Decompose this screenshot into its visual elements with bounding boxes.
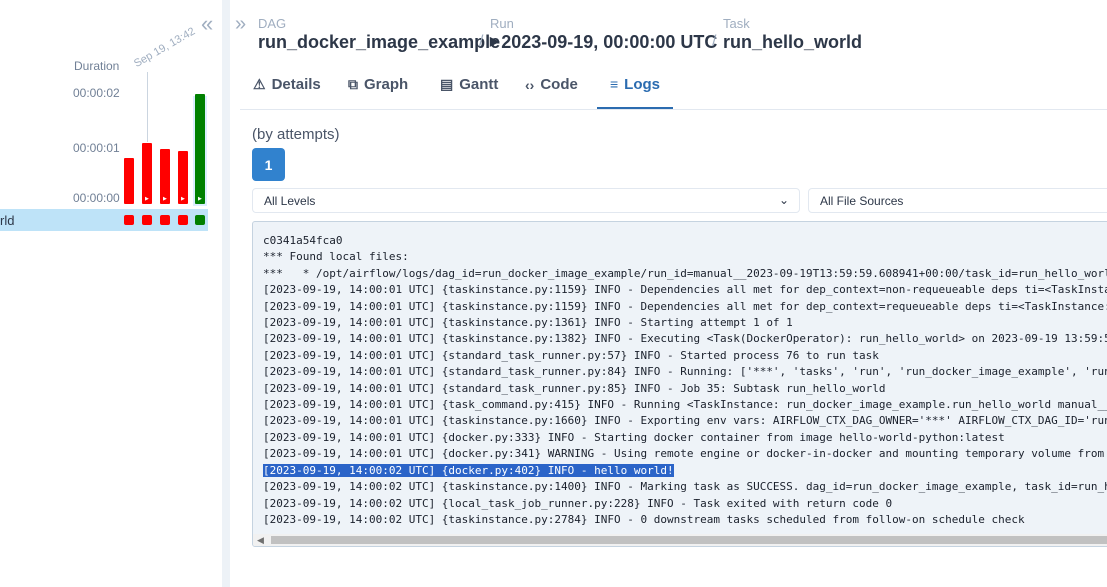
task-label: Task [723, 16, 750, 31]
log-line: [2023-09-19, 14:00:01 UTC] {taskinstance… [263, 299, 1107, 313]
breadcrumb-dag[interactable]: DAG run_docker_image_example [258, 17, 500, 53]
tab-label: Details [271, 76, 321, 93]
collapse-grid-icon[interactable]: « [201, 13, 213, 35]
breadcrumb-run[interactable]: Run ▶ 2023-09-19, 00:00:00 UTC [490, 17, 717, 55]
tab-label: Graph [364, 76, 409, 93]
task-row-label[interactable]: rld [0, 213, 14, 228]
task-status-square[interactable] [195, 215, 205, 225]
duration-axis-label: Duration [74, 59, 120, 73]
manual-run-icon: ▶ [145, 196, 149, 202]
log-line: [2023-09-19, 14:00:01 UTC] {taskinstance… [263, 316, 793, 330]
duration-bar[interactable]: ▶ [160, 149, 170, 204]
list-icon: ≡ [610, 76, 619, 92]
tab-label: Code [540, 76, 578, 93]
dag-label: DAG [258, 16, 287, 31]
chevron-down-icon: ⌄ [778, 193, 789, 207]
log-line: [2023-09-19, 14:00:01 UTC] {task_command… [263, 398, 1107, 412]
task-status-square[interactable] [178, 215, 188, 225]
log-line: *** * /opt/airflow/logs/dag_id=run_docke… [263, 266, 1107, 280]
log-line: [2023-09-19, 14:00:01 UTC] {docker.py:33… [263, 430, 1005, 444]
tab-graph[interactable]: ⧉ Graph [348, 61, 408, 108]
warning-triangle-icon: ⚠ [253, 76, 266, 92]
grid-panel: « Duration 00:00:02 00:00:01 00:00:00 Se… [0, 0, 222, 587]
selected-task-row[interactable] [0, 209, 208, 231]
log-line: [2023-09-19, 14:00:01 UTC] {taskinstance… [263, 414, 1107, 428]
dag-id[interactable]: run_docker_image_example [258, 31, 500, 53]
tab-label: Gantt [459, 76, 499, 93]
log-line: [2023-09-19, 14:00:02 UTC] {docker.py:40… [263, 463, 674, 477]
task-tabs: ⚠ Details ⧉ Graph ▤ Gantt ‹› Code ≡ Logs [240, 61, 1107, 110]
code-icon: ‹› [525, 76, 535, 93]
duration-bar[interactable]: ▶ [178, 151, 188, 204]
log-lines: c0341a54fca0 *** Found local files: *** * … [263, 233, 1107, 528]
panel-divider[interactable] [222, 0, 230, 587]
scroll-left-arrow-icon[interactable]: ◀ [257, 535, 264, 546]
log-line: [2023-09-19, 14:00:01 UTC] {docker.py:34… [263, 447, 1107, 461]
log-line: [2023-09-19, 14:00:02 UTC] {taskinstance… [263, 512, 1025, 526]
horizontal-scrollbar[interactable]: ◀ [253, 534, 1107, 546]
duration-bar[interactable]: ▶ [195, 94, 205, 204]
breadcrumb-task[interactable]: Task run_hello_world [723, 17, 862, 53]
log-level-value: All Levels [264, 193, 316, 208]
log-line: [2023-09-19, 14:00:01 UTC] {taskinstance… [263, 332, 1107, 346]
manual-run-icon: ▶ [181, 196, 185, 202]
run-date-marker-line [147, 72, 148, 142]
log-line: [2023-09-19, 14:00:01 UTC] {standard_tas… [263, 348, 879, 362]
log-line: [2023-09-19, 14:00:01 UTC] {standard_tas… [263, 381, 886, 395]
attempt-1-button[interactable]: 1 [252, 148, 285, 181]
log-level-select[interactable]: All Levels ⌄ [252, 188, 800, 213]
file-source-select[interactable]: All File Sources [808, 188, 1107, 213]
run-date: 2023-09-19, 00:00:00 UTC [501, 32, 718, 52]
attempts-label: (by attempts) [252, 126, 340, 143]
task-status-square[interactable] [142, 215, 152, 225]
breadcrumb-separator: / [479, 33, 484, 50]
expand-grid-icon[interactable]: » [235, 14, 246, 34]
y-tick-label: 00:00:00 [73, 191, 120, 205]
log-line: [2023-09-19, 14:00:01 UTC] {taskinstance… [263, 283, 1107, 297]
tab-gantt[interactable]: ▤ Gantt [440, 61, 498, 108]
duration-bar[interactable]: ▶ [142, 143, 152, 204]
tab-details[interactable]: ⚠ Details [253, 61, 321, 108]
log-line: [2023-09-19, 14:00:02 UTC] {taskinstance… [263, 480, 1107, 494]
log-line: *** Found local files: [263, 250, 409, 264]
breadcrumb-separator: / [712, 33, 717, 50]
gantt-icon: ▤ [440, 76, 454, 92]
manual-run-icon: ▶ [198, 196, 202, 202]
task-id[interactable]: run_hello_world [723, 31, 862, 53]
task-status-square[interactable] [124, 215, 134, 225]
task-status-square[interactable] [160, 215, 170, 225]
file-source-value: All File Sources [820, 193, 904, 208]
y-tick-label: 00:00:02 [73, 86, 120, 100]
log-line: [2023-09-19, 14:00:02 UTC] {local_task_j… [263, 496, 893, 510]
log-line: [2023-09-19, 14:00:01 UTC] {standard_tas… [263, 365, 1107, 379]
run-date-label: Sep 19, 13:42 [132, 25, 198, 70]
graph-icon: ⧉ [348, 76, 358, 92]
run-label: Run [490, 16, 514, 31]
y-tick-label: 00:00:01 [73, 141, 120, 155]
log-output[interactable]: c0341a54fca0 *** Found local files: *** * … [252, 221, 1107, 547]
duration-bar[interactable] [124, 158, 134, 204]
log-line: c0341a54fca0 [263, 234, 343, 247]
tab-label: Logs [624, 75, 661, 93]
tab-logs[interactable]: ≡ Logs [597, 61, 674, 109]
tab-code[interactable]: ‹› Code [525, 61, 578, 108]
run-value[interactable]: ▶ 2023-09-19, 00:00:00 UTC [490, 31, 717, 55]
scrollbar-thumb[interactable] [271, 536, 1107, 544]
play-icon: ▶ [490, 34, 500, 48]
manual-run-icon: ▶ [163, 196, 167, 202]
